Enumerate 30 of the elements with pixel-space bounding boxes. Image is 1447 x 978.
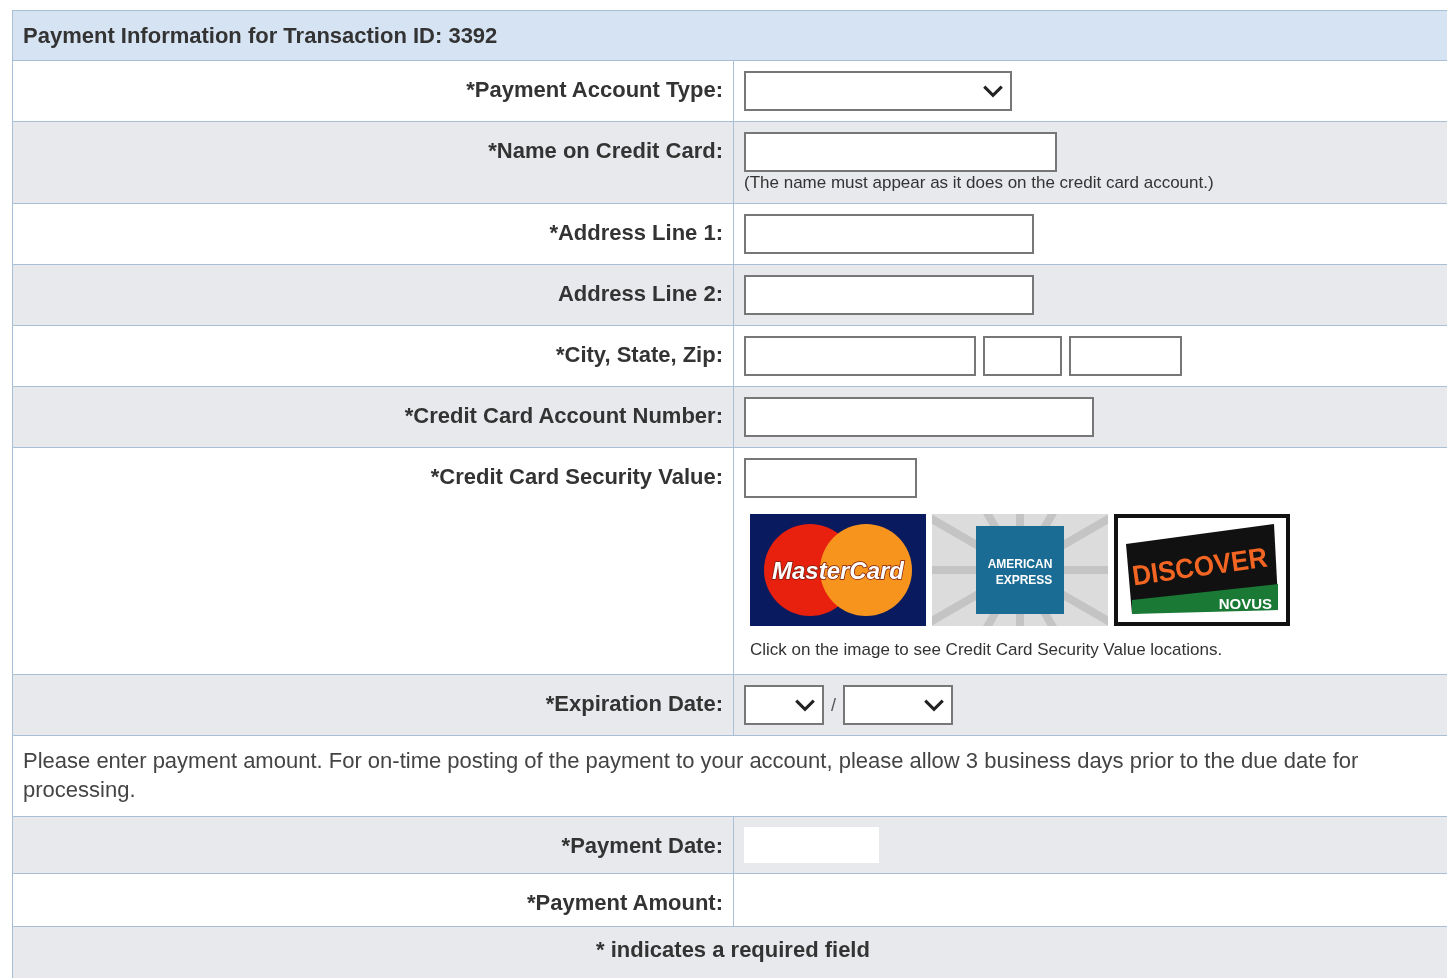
field-label: *Payment Amount: [527, 890, 723, 915]
card-logo[interactable]: AMERICAN EXPRESS [932, 514, 1108, 626]
field-label: *Payment Date: [561, 833, 723, 858]
field-label: *City, State, Zip: [555, 342, 723, 367]
input-field[interactable] [744, 214, 1034, 254]
field-label: *Credit Card Security Value: [430, 464, 723, 489]
input-field[interactable] [744, 336, 976, 376]
dropdown[interactable] [744, 685, 824, 725]
chevron-icon [923, 698, 945, 712]
hint-text: (The name must appear as it does on the credit card account.) [744, 173, 1215, 193]
field-label: *Payment Account Type: [466, 77, 723, 102]
input-field[interactable] [744, 132, 1057, 172]
input-field[interactable] [744, 397, 1094, 437]
date-separator: / [831, 694, 836, 716]
field-label: Address Line 2: [557, 281, 723, 306]
input-field[interactable] [1069, 336, 1182, 376]
field-label: *Credit Card Account Number: [404, 403, 723, 428]
field-label: *Expiration Date: [545, 691, 723, 716]
input-field[interactable] [983, 336, 1062, 376]
instruction-text: Please enter payment amount. For on-time posting of the payment to your account, please allow 3 business days prior to the due date for processing. [22, 747, 1360, 804]
section-header: Payment Information for Transaction ID: 3392 [13, 10, 1447, 61]
field-label: *Name on Credit Card: [488, 138, 723, 163]
required-note: * indicates a required field [595, 936, 871, 964]
chevron-icon [982, 84, 1004, 98]
input-field[interactable] [744, 275, 1034, 315]
field-label: *Address Line 1: [549, 220, 723, 245]
hint-text: Click on the image to see Credit Card Security Value locations. [750, 640, 1224, 660]
card-logo[interactable]: DISCOVER NOVUS [1114, 514, 1290, 626]
chevron-icon [794, 698, 816, 712]
input-field[interactable] [744, 458, 917, 498]
